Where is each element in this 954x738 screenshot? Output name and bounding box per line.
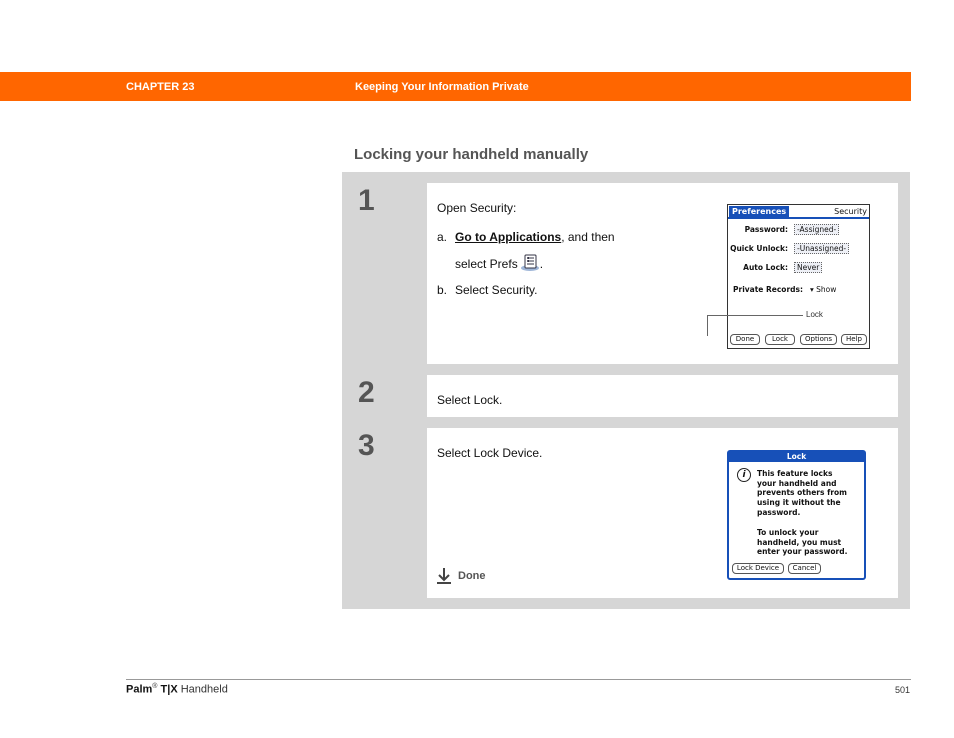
auto-lock-selector[interactable]: Never [794,262,823,273]
private-records-value: Show [816,285,837,294]
substep-a-suffix: , and then [561,230,615,244]
page-number: 501 [894,685,910,695]
substep-b-prefix: b. [437,283,448,297]
product: Handheld [180,683,228,696]
step-1: 1 Open Security: a. Go to Applications, … [353,183,898,364]
steps-panel: 1 Open Security: a. Go to Applications, … [342,172,910,609]
lock-dialog-title: Lock [729,452,864,462]
options-button[interactable]: Options [800,334,837,345]
lock-button[interactable]: Lock [765,334,795,345]
select-prefs-period: . [539,257,544,271]
quick-unlock-label: Quick Unlock: [730,244,788,253]
step-number: 1 [358,184,375,217]
substep-b: Select Security. [455,283,538,297]
step-text: Select Lock. [437,393,503,407]
step-intro: Open Security: [437,201,517,215]
lock-callout-label: Lock [806,310,823,319]
private-records-label: Private Records: [733,285,803,294]
password-selector[interactable]: -Assigned- [794,224,840,235]
select-prefs-text: select Prefs [455,257,518,271]
prefs-icon [520,254,539,271]
footer-product-name: Palm® T|X Handheld [126,683,228,696]
lock-message-1: This feature locks your handheld and pre… [757,469,847,517]
step-number-column: 3 [353,428,427,598]
lock-callout-leader [707,315,708,336]
step-number: 2 [358,376,375,409]
go-to-applications-link[interactable]: Go to Applications [455,230,561,244]
chapter-number: CHAPTER 23 [126,81,195,93]
lock-dialog-screenshot: Lock i This feature locks your handheld … [727,450,866,580]
info-icon: i [737,468,751,482]
security-screenshot: Preferences Security Password: -Assigned… [727,204,870,349]
substep-a: Go to Applications, and then [455,230,615,244]
step-number-column: 1 [353,183,427,364]
step-number: 3 [358,429,375,462]
done-button[interactable]: Done [730,334,760,345]
step-number-column: 2 [353,375,427,417]
cancel-button[interactable]: Cancel [788,563,821,574]
password-label: Password: [744,225,788,234]
registered-mark: ® [152,683,158,690]
footer-rule [126,679,911,680]
substep-a-line2: select Prefs. [455,254,543,271]
chapter-header-bar: CHAPTER 23 Keeping Your Information Priv… [0,72,911,101]
step-body: Select Lock. [427,375,898,417]
done-label: Done [458,570,486,582]
step-body: Open Security: a. Go to Applications, an… [427,183,898,364]
step-3: 3 Select Lock Device. Done Lock i This f… [353,428,898,598]
quick-unlock-selector[interactable]: -Unassigned- [794,243,850,254]
title-rule [728,217,869,219]
section-heading: Locking your handheld manually [354,146,589,163]
step-body: Select Lock Device. Done Lock i This fea… [427,428,898,598]
down-arrow-icon [437,568,451,584]
lock-message-2: To unlock your handheld, you must enter … [757,528,848,557]
step-2: 2 Select Lock. [353,375,898,417]
brand: Palm [126,683,153,696]
preferences-tab[interactable]: Preferences [729,206,790,217]
substep-a-prefix: a. [437,230,448,244]
security-title: Security [834,207,867,216]
model: T|X [160,683,178,696]
chapter-title: Keeping Your Information Private [355,81,529,93]
lock-device-button[interactable]: Lock Device [732,563,784,574]
help-button[interactable]: Help [841,334,867,345]
step-text: Select Lock Device. [437,446,543,460]
private-records-trigger[interactable]: ▾ Show [810,285,836,294]
auto-lock-label: Auto Lock: [743,263,788,272]
lock-callout-line [707,315,803,316]
